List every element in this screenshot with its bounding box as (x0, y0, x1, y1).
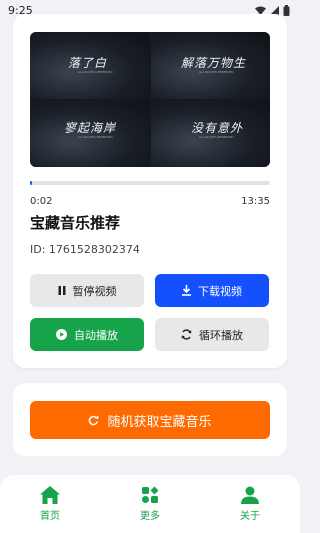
panel-subtitle: ALL RIGHTS RESERVED (78, 135, 113, 139)
person-icon (241, 486, 259, 504)
nav-item-about[interactable]: 关于 (220, 486, 280, 522)
refresh-icon (89, 415, 99, 425)
video-panel: 没有意外 ALL RIGHTS RESERVED (151, 101, 270, 167)
random-music-button[interactable]: 随机获取宝藏音乐 (30, 401, 270, 439)
apps-icon (142, 486, 159, 503)
loop-icon (181, 329, 192, 340)
song-id: ID: 1761528302374 (30, 243, 140, 256)
nav-home-label: 首页 (40, 511, 60, 522)
nav-about-label: 关于 (240, 511, 260, 522)
panel-subtitle: ALL RIGHTS RESERVED (199, 135, 234, 139)
loop-play-button[interactable]: 循环播放 (155, 318, 269, 351)
total-time: 13:35 (241, 196, 270, 207)
download-video-button[interactable]: 下载视频 (155, 274, 269, 307)
nav-item-more[interactable]: 更多 (120, 486, 180, 522)
video-panel: 寥起海岸 ALL RIGHTS RESERVED (30, 101, 149, 167)
progress-fill (30, 181, 32, 185)
download-icon (182, 285, 191, 296)
autoplay-button[interactable]: 自动播放 (30, 318, 144, 351)
loop-play-label: 循环播放 (199, 328, 243, 342)
random-music-label: 随机获取宝藏音乐 (107, 414, 212, 430)
download-video-label: 下载视频 (198, 284, 242, 298)
video-panel: 解落万物生 ALL RIGHTS RESERVED (151, 32, 270, 99)
play-circle-icon (56, 329, 67, 340)
panel-title: 落了白 (68, 56, 108, 70)
current-time: 0:02 (30, 196, 53, 207)
song-title: 宝藏音乐推荐 (30, 214, 121, 232)
nav-item-home[interactable]: 首页 (20, 486, 80, 522)
panel-subtitle: ALL RIGHTS RESERVED (199, 70, 234, 74)
bottom-nav: 首页 更多 关于 (0, 475, 300, 533)
panel-title: 寥起海岸 (64, 121, 117, 135)
panel-title: 解落万物生 (181, 56, 247, 70)
video-player[interactable]: 落了白 ALL RIGHTS RESERVED 解落万物生 ALL RIGHTS… (30, 32, 270, 167)
autoplay-label: 自动播放 (74, 328, 118, 342)
pause-video-label: 暂停视频 (72, 284, 117, 298)
nav-more-label: 更多 (140, 511, 160, 522)
home-icon (40, 486, 60, 504)
progress-bar[interactable] (30, 181, 270, 185)
video-panel: 落了白 ALL RIGHTS RESERVED (30, 32, 149, 99)
battery-icon (283, 4, 290, 16)
panel-title: 没有意外 (191, 121, 244, 135)
pause-icon (58, 286, 65, 295)
pause-video-button[interactable]: 暂停视频 (30, 274, 144, 307)
panel-subtitle: ALL RIGHTS RESERVED (78, 70, 113, 74)
